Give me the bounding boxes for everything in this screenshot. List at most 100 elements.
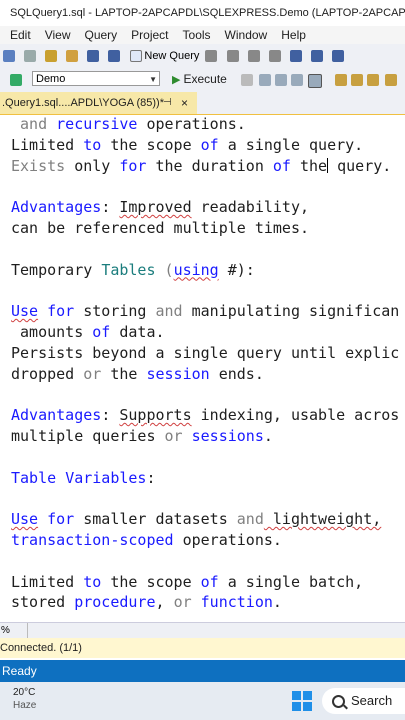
status-bar: Ready [0, 660, 405, 682]
document-tab-strip: .Query1.sql....APDL\YOGA (85))* ⊣ × [0, 90, 405, 116]
menu-query[interactable]: Query [84, 26, 117, 44]
code-token: using [173, 260, 219, 279]
results-grid-icon[interactable] [291, 74, 303, 86]
mdx-query-icon[interactable] [205, 50, 218, 62]
code-token: to [83, 572, 102, 591]
indent-icon[interactable] [367, 74, 379, 86]
code-token: stored [11, 593, 75, 612]
code-token: Limited [11, 135, 84, 154]
code-token: multiple queries [11, 427, 165, 445]
save-icon[interactable] [87, 50, 100, 62]
connect-icon[interactable] [10, 74, 22, 86]
pin-icon[interactable]: ⊣ [163, 92, 172, 114]
dmx-query-icon[interactable] [226, 50, 239, 62]
close-icon[interactable]: × [181, 92, 188, 114]
execute-button[interactable]: ▶ Execute [172, 68, 227, 90]
code-token: Advantages [11, 198, 102, 217]
windows-taskbar: 20°C Haze Search [0, 682, 405, 720]
code-token: Variables [65, 468, 147, 487]
results-text-icon[interactable] [308, 74, 322, 88]
code-token: and [155, 302, 183, 321]
menu-help[interactable]: Help [281, 26, 306, 44]
code-token: manipulating significan [182, 302, 400, 321]
code-token: #): [218, 260, 255, 279]
code-token: a single query. [218, 135, 364, 154]
weather-widget[interactable]: 20°C Haze [13, 686, 36, 712]
open-icon[interactable] [66, 50, 79, 62]
code-token: the [290, 156, 328, 175]
code-token: dropped [11, 364, 84, 383]
back-icon[interactable] [3, 50, 15, 62]
tab-label: .Query1.sql....APDL\YOGA (85))* [2, 97, 165, 109]
code-token: : [101, 198, 120, 217]
undo-icon[interactable] [289, 50, 302, 62]
menu-view[interactable]: View [45, 26, 71, 44]
code-token: ( [155, 260, 174, 279]
menu-window[interactable]: Window [225, 26, 268, 44]
parse-icon[interactable] [259, 74, 271, 86]
new-query-button[interactable]: New Query [130, 44, 199, 68]
code-token: or [83, 364, 102, 383]
menu-project[interactable]: Project [131, 26, 168, 44]
code-token: function [200, 593, 273, 612]
forward-icon[interactable] [24, 50, 37, 62]
weather-condition: Haze [13, 700, 37, 711]
uncomment-icon[interactable] [351, 74, 363, 86]
code-token: only [65, 156, 120, 175]
xmla-query-icon[interactable] [247, 50, 260, 62]
new-query-icon [130, 50, 143, 62]
code-token: of [272, 156, 291, 175]
code-token: transaction-scoped [11, 531, 174, 549]
code-token: Tables [101, 260, 156, 279]
code-line: Limited to the scope of a single query. [11, 136, 363, 154]
code-token: readability, [191, 198, 310, 217]
copy-icon[interactable] [331, 50, 344, 62]
code-line: transaction-scoped operations. [11, 531, 282, 549]
menu-tools[interactable]: Tools [183, 26, 211, 44]
code-token: the [101, 364, 147, 383]
code-line: Persists beyond a single query until exp… [11, 344, 399, 362]
code-token: the scope [101, 572, 201, 591]
taskbar-search[interactable]: Search [322, 688, 405, 714]
stop-icon[interactable] [241, 74, 253, 86]
code-line: Limited to the scope of a single batch, [11, 573, 363, 591]
code-token: indexing, usable acros [191, 406, 400, 425]
tab-sqlquery1[interactable]: .Query1.sql....APDL\YOGA (85))* ⊣ × [0, 92, 197, 114]
code-token: recursive [56, 115, 138, 133]
zoom-value: % [1, 625, 10, 636]
new-project-icon[interactable] [45, 50, 58, 62]
save-all-icon[interactable] [108, 50, 121, 62]
code-token: and [236, 510, 264, 529]
database-select[interactable]: Demo ▼ [32, 71, 160, 86]
comment-icon[interactable] [335, 74, 347, 86]
sql-editor-toolbar: Demo ▼ ▶ Execute [0, 68, 405, 91]
code-token: Improved [119, 198, 192, 217]
code-token: Advantages [11, 406, 102, 425]
code-token: : [146, 468, 156, 487]
outdent-icon[interactable] [385, 74, 397, 86]
code-token: or [164, 427, 183, 445]
code-line: amounts of data. [11, 323, 165, 341]
code-line: Temporary Tables (using #): [11, 261, 255, 279]
code-token: smaller datasets [74, 510, 237, 529]
cut-icon[interactable] [310, 50, 323, 62]
dax-query-icon[interactable] [268, 50, 281, 62]
zoom-select[interactable]: % [0, 623, 28, 638]
windows-start-icon[interactable] [292, 691, 312, 711]
display-plan-icon[interactable] [275, 74, 287, 86]
code-token: a single batch, [218, 572, 364, 591]
code-token: to [83, 135, 102, 154]
code-token: query. [328, 156, 392, 175]
code-token: or [173, 593, 192, 612]
code-line: Advantages: Improved readability, [11, 198, 309, 216]
code-token: operations. [173, 531, 282, 549]
menu-edit[interactable]: Edit [10, 26, 31, 44]
code-token: for [119, 156, 147, 175]
code-token: of [200, 572, 219, 591]
code-token: of [92, 323, 111, 341]
chevron-down-icon: ▼ [149, 75, 157, 84]
query-editor[interactable]: and recursive operations. Limited to the … [0, 115, 405, 622]
